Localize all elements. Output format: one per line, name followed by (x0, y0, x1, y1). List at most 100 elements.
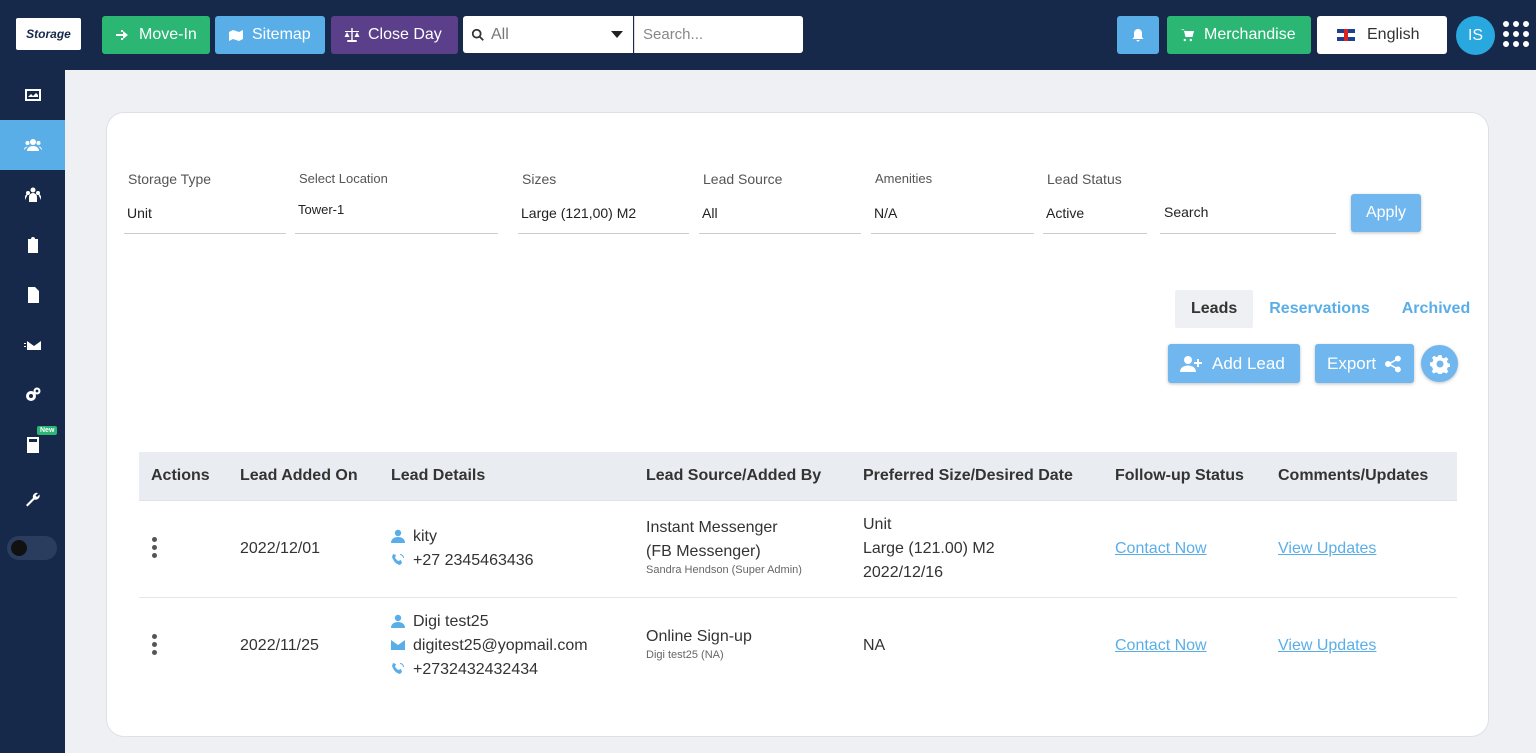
apply-button[interactable]: Apply (1351, 194, 1421, 232)
sidebar-item-settings[interactable] (0, 370, 65, 420)
calculator-icon (26, 437, 39, 453)
col-actions: Actions (151, 467, 210, 484)
apps-grid-icon[interactable] (1503, 21, 1529, 47)
close-day-label: Close Day (368, 26, 442, 43)
sign-in-icon (116, 30, 128, 40)
col-lead-added-on: Lead Added On (240, 467, 358, 484)
sidebar-item-mail[interactable] (0, 320, 65, 370)
close-day-button[interactable]: Close Day (331, 16, 458, 54)
lead-source: Online Sign-up Digi test25 (NA) (646, 625, 752, 661)
lead-name: Digi test25 (413, 613, 489, 630)
table-settings-button[interactable] (1421, 345, 1458, 382)
sitemap-button[interactable]: Sitemap (215, 16, 325, 54)
search-filter[interactable]: Search (1160, 171, 1336, 234)
pref-line-2: Large (121.00) M2 (863, 540, 995, 557)
sidebar-item-documents[interactable] (0, 270, 65, 320)
dashboard-icon (24, 89, 41, 101)
theme-toggle[interactable] (7, 536, 57, 560)
lead-phone: +27 2345463436 (413, 552, 534, 569)
sidebar-item-tools[interactable] (0, 475, 65, 525)
sidebar-item-leads[interactable] (0, 120, 65, 170)
tab-leads[interactable]: Leads (1175, 290, 1254, 328)
app-logo[interactable]: Storage (16, 18, 81, 50)
sidebar-item-tasks[interactable] (0, 220, 65, 270)
lead-date: 2022/12/01 (240, 540, 321, 557)
lead-details: Digi test25 digitest25@yopmail.com +2732… (391, 610, 588, 682)
lead-source-underline (699, 233, 861, 234)
search-icon (471, 28, 484, 41)
user-icon (391, 529, 405, 543)
lead-name-line: kity (391, 525, 534, 549)
lead-date: 2022/11/25 (240, 637, 319, 654)
top-bar: Storage Move-In Sitemap Close Day All Me… (0, 0, 1536, 70)
share-icon (1385, 355, 1402, 372)
sizes-filter[interactable]: Sizes Large (121,00) M2 (518, 171, 689, 234)
avatar-initials: IS (1467, 26, 1484, 44)
user-icon (391, 614, 405, 628)
row-actions-menu-icon[interactable] (152, 537, 157, 561)
add-lead-label: Add Lead (1212, 353, 1285, 373)
contact-now-link[interactable]: Contact Now (1115, 637, 1207, 655)
location-underline (295, 233, 498, 234)
lead-tabs: Leads Reservations Archived (1175, 290, 1486, 328)
add-lead-button[interactable]: Add Lead (1168, 344, 1300, 383)
col-lead-source: Lead Source/Added By (646, 467, 822, 484)
gear-icon (1429, 354, 1450, 374)
merchandise-label: Merchandise (1204, 26, 1296, 43)
leads-table: Actions Lead Added On Lead Details Lead … (139, 452, 1457, 695)
storage-type-label: Storage Type (128, 171, 212, 187)
lead-status-underline (1043, 233, 1147, 234)
location-filter[interactable]: Select Location Tower-1 (295, 171, 498, 234)
lead-email-line: digitest25@yopmail.com (391, 634, 588, 658)
source-line-1: Online Sign-up (646, 628, 752, 645)
bell-icon (1132, 29, 1144, 42)
search-filter-placeholder: Search (1164, 204, 1209, 220)
location-value: Tower-1 (298, 202, 345, 217)
export-button[interactable]: Export (1315, 344, 1414, 383)
pref-line-3: 2022/12/16 (863, 564, 944, 581)
sizes-label: Sizes (522, 171, 557, 187)
uk-flag-icon (1337, 29, 1355, 41)
merchandise-button[interactable]: Merchandise (1167, 16, 1311, 54)
wrench-icon (25, 492, 40, 507)
global-search-input[interactable] (634, 16, 803, 53)
export-label: Export (1327, 353, 1377, 373)
group-icon (24, 187, 41, 202)
chevron-down-icon (611, 31, 623, 38)
tab-reservations[interactable]: Reservations (1253, 290, 1386, 328)
user-avatar[interactable]: IS (1456, 16, 1495, 55)
move-in-button[interactable]: Move-In (102, 16, 210, 54)
sidebar-item-dashboard[interactable] (0, 70, 65, 120)
storage-type-value: Unit (127, 205, 152, 221)
lead-phone-line: +2732432432434 (391, 658, 588, 682)
tab-archived[interactable]: Archived (1386, 290, 1486, 328)
row-actions-menu-icon[interactable] (152, 634, 157, 658)
lead-source-filter[interactable]: Lead Source All (699, 171, 861, 234)
lead-name: kity (413, 528, 437, 545)
cart-icon (1181, 29, 1194, 42)
users-icon (23, 139, 42, 151)
gears-icon (25, 387, 40, 401)
sidebar-item-customers[interactable] (0, 170, 65, 220)
lead-details: kity +27 2345463436 (391, 525, 534, 573)
language-select[interactable]: English (1317, 16, 1447, 54)
new-badge: New (37, 426, 58, 435)
added-by: Sandra Hendson (Super Admin) (646, 564, 802, 576)
lead-status-filter[interactable]: Lead Status Active (1043, 171, 1147, 234)
lead-source-label: Lead Source (703, 171, 783, 187)
language-label: English (1367, 26, 1420, 43)
notifications-button[interactable] (1117, 16, 1159, 54)
search-scope-select[interactable]: All (463, 16, 633, 53)
contact-now-link[interactable]: Contact Now (1115, 540, 1207, 558)
col-comments: Comments/Updates (1278, 467, 1429, 484)
leads-card: Storage Type Unit Select Location Tower-… (106, 112, 1489, 737)
sizes-underline (518, 233, 689, 234)
added-by: Digi test25 (NA) (646, 649, 724, 661)
lead-name-line: Digi test25 (391, 610, 588, 634)
col-followup-status: Follow-up Status (1115, 467, 1244, 484)
storage-type-filter[interactable]: Storage Type Unit (124, 171, 286, 234)
view-updates-link[interactable]: View Updates (1278, 540, 1376, 558)
mail-icon (23, 341, 41, 350)
amenities-filter[interactable]: Amenities N/A (871, 171, 1034, 234)
view-updates-link[interactable]: View Updates (1278, 637, 1376, 655)
